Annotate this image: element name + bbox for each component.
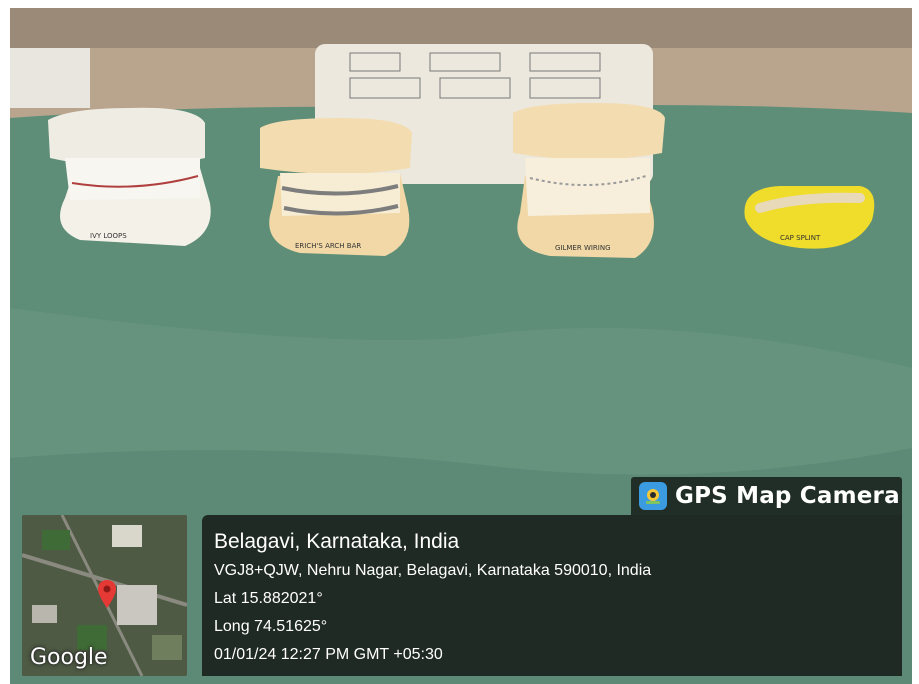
model-label: GILMER WIRING [555,244,611,252]
location-pin-icon [98,580,116,608]
longitude-value: Long 74.51625° [214,618,328,635]
latitude-value: Lat 15.882021° [214,590,323,607]
dental-model-gilmer-wiring: GILMER WIRING [513,103,665,258]
address-line: VGJ8+QJW, Nehru Nagar, Belagavi, Karnata… [214,562,652,579]
camera-app-icon [639,482,667,510]
paper-sheet [10,48,90,108]
gps-camera-brand: GPS Map Camera [631,477,902,515]
app-name: GPS Map Camera [675,483,900,509]
place-name: Belagavi, Karnataka, India [214,530,460,553]
dental-model-ivy-loops: IVY LOOPS [48,107,211,246]
model-label: CAP SPLINT [780,234,821,242]
model-label: IVY LOOPS [90,232,127,240]
model-label: ERICH'S ARCH BAR [295,242,361,250]
location-stamp: Belagavi, Karnataka, India VGJ8+QJW, Neh… [202,515,902,676]
dental-model-erichs-arch-bar: ERICH'S ARCH BAR [260,118,412,256]
map-thumbnail: Google [22,515,187,676]
map-brand-logo: Google [30,645,108,670]
datetime-value: 01/01/24 12:27 PM GMT +05:30 [214,646,443,663]
